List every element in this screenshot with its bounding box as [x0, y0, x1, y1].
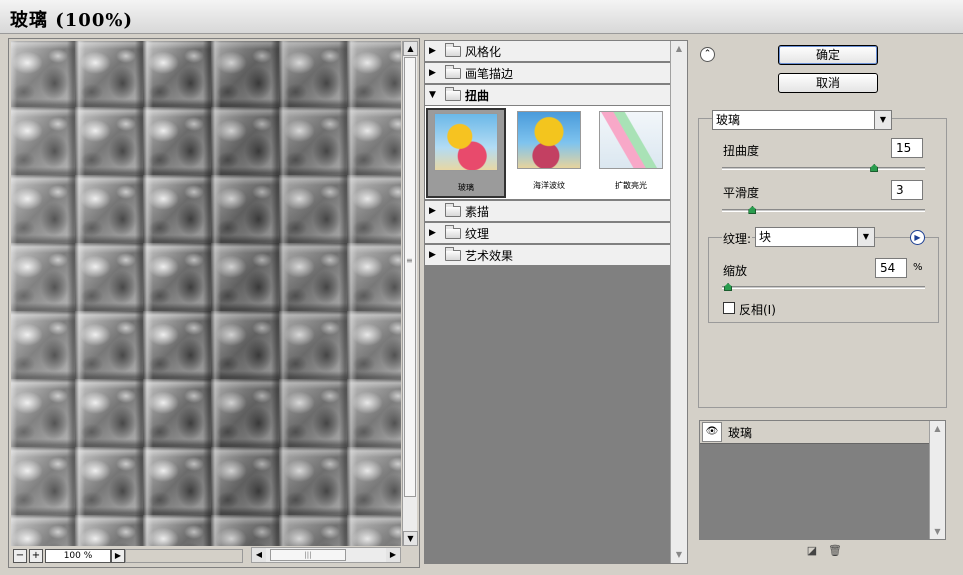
texture-options-icon[interactable]: ▶ — [910, 230, 925, 245]
filter-thumbnails: 玻璃 海洋波纹 扩散亮光 — [425, 106, 671, 200]
layer-label: 玻璃 — [728, 425, 753, 440]
collapse-arrow-icon: ▼ — [429, 90, 436, 100]
expand-arrow-icon: ▶ — [429, 206, 436, 216]
eye-icon[interactable]: 👁 — [702, 422, 722, 442]
scroll-down-arrow-icon[interactable]: ▼ — [930, 524, 945, 539]
thumbnail-ocean-ripple[interactable]: 海洋波纹 — [509, 108, 589, 198]
smoothness-slider[interactable] — [722, 206, 925, 214]
scroll-up-arrow-icon[interactable]: ▲ — [671, 41, 687, 57]
zoom-bar: − + 100 % ▶ ◀ ||| ▶ — [11, 547, 417, 565]
expand-arrow-icon: ▶ — [429, 250, 436, 260]
thumbnail-diffuse-glow[interactable]: 扩散亮光 — [591, 108, 671, 198]
preview-panel: ▲ ≡ ▼ − + 100 % ▶ ◀ ||| ▶ — [8, 38, 420, 568]
expand-arrow-icon: ▶ — [429, 68, 436, 78]
texture-select-value: 块 — [759, 230, 772, 244]
thumbnail-label: 玻璃 — [458, 183, 474, 192]
distortion-input[interactable]: 15 — [891, 138, 923, 158]
scaling-unit: % — [913, 262, 923, 273]
scroll-right-arrow-icon[interactable]: ▶ — [386, 548, 400, 562]
expand-arrow-icon: ▶ — [429, 46, 436, 56]
scroll-left-arrow-icon[interactable]: ◀ — [252, 548, 266, 562]
category-texture[interactable]: ▶ 纹理 — [425, 223, 671, 244]
scaling-label: 缩放 — [723, 264, 748, 278]
effect-layers-panel: 👁 玻璃 ▲ ▼ — [699, 420, 946, 540]
ok-button[interactable]: 确定 — [778, 45, 878, 65]
layers-scrollbar[interactable]: ▲ ▼ — [929, 421, 945, 539]
distortion-slider[interactable] — [722, 164, 925, 172]
thumbnail-label: 海洋波纹 — [533, 181, 565, 190]
thumbnail-image — [517, 111, 581, 169]
zoom-bar-spacer — [125, 549, 243, 563]
folder-icon — [445, 246, 461, 261]
folder-icon — [445, 42, 461, 57]
thumbnail-image — [599, 111, 663, 169]
folder-icon — [445, 224, 461, 239]
window-title: 玻璃 (100%) — [0, 0, 963, 34]
thumbnail-image — [434, 113, 498, 171]
preview-horizontal-scrollbar[interactable]: ◀ ||| ▶ — [251, 547, 401, 563]
open-folder-icon — [445, 86, 461, 101]
smoothness-label: 平滑度 — [723, 186, 760, 200]
scroll-thumb[interactable] — [404, 57, 416, 497]
category-brush-strokes[interactable]: ▶ 画笔描边 — [425, 63, 671, 84]
folder-icon — [445, 202, 461, 217]
scroll-up-arrow-icon[interactable]: ▲ — [930, 421, 945, 436]
zoom-value[interactable]: 100 % — [45, 549, 111, 563]
category-label: 纹理 — [465, 226, 490, 241]
category-sketch[interactable]: ▶ 素描 — [425, 201, 671, 222]
gallery-scrollbar[interactable]: ▲ ▼ — [670, 41, 687, 563]
scroll-up-arrow-icon[interactable]: ▲ — [403, 41, 418, 56]
zoom-out-button[interactable]: − — [13, 549, 27, 563]
invert-checkbox[interactable] — [723, 302, 735, 314]
filter-select[interactable]: 玻璃 ▼ — [712, 110, 892, 130]
filter-gallery: ▶ 风格化 ▶ 画笔描边 ▼ 扭曲 玻璃 海洋波纹 扩散亮光 ▶ 素描 ▶ 纹理 — [424, 40, 688, 564]
folder-icon — [445, 64, 461, 79]
filter-select-value: 玻璃 — [716, 113, 741, 127]
scroll-down-arrow-icon[interactable]: ▼ — [403, 531, 418, 546]
category-stylize[interactable]: ▶ 风格化 — [425, 41, 671, 62]
thumbnail-glass[interactable]: 玻璃 — [426, 108, 506, 198]
scaling-input[interactable]: 54 — [875, 258, 907, 278]
new-layer-icon[interactable]: ◪ — [806, 545, 818, 557]
preview-image[interactable] — [11, 41, 401, 546]
category-artistic[interactable]: ▶ 艺术效果 — [425, 245, 671, 266]
thumbnail-label: 扩散亮光 — [615, 181, 647, 190]
scroll-grip-icon: ≡ — [406, 256, 413, 265]
scroll-down-arrow-icon[interactable]: ▼ — [671, 547, 687, 563]
scaling-slider[interactable] — [722, 283, 925, 291]
layer-item[interactable]: 👁 玻璃 — [700, 421, 930, 444]
dropdown-arrow-icon[interactable]: ▼ — [857, 228, 874, 246]
cancel-button[interactable]: 取消 — [778, 73, 878, 93]
category-distort[interactable]: ▼ 扭曲 — [425, 85, 671, 106]
collapse-gallery-button[interactable]: ⌃ — [700, 47, 715, 62]
zoom-in-button[interactable]: + — [29, 549, 43, 563]
zoom-menu-button[interactable]: ▶ — [111, 549, 125, 563]
trash-icon[interactable]: 🗑 — [828, 545, 842, 557]
category-label: 素描 — [465, 204, 490, 219]
category-label: 风格化 — [465, 44, 502, 59]
category-label: 扭曲 — [465, 88, 490, 103]
horizontal-scroll-thumb[interactable]: ||| — [270, 549, 346, 561]
category-label: 画笔描边 — [465, 66, 514, 81]
dropdown-arrow-icon[interactable]: ▼ — [874, 111, 891, 129]
invert-label: 反相(I) — [739, 303, 776, 317]
distortion-label: 扭曲度 — [723, 144, 760, 158]
smoothness-input[interactable]: 3 — [891, 180, 923, 200]
texture-label: 纹理: — [722, 230, 753, 247]
category-label: 艺术效果 — [465, 248, 514, 263]
preview-vertical-scrollbar[interactable]: ▲ ≡ ▼ — [402, 41, 418, 546]
expand-arrow-icon: ▶ — [429, 228, 436, 238]
texture-select[interactable]: 块 ▼ — [755, 227, 875, 247]
